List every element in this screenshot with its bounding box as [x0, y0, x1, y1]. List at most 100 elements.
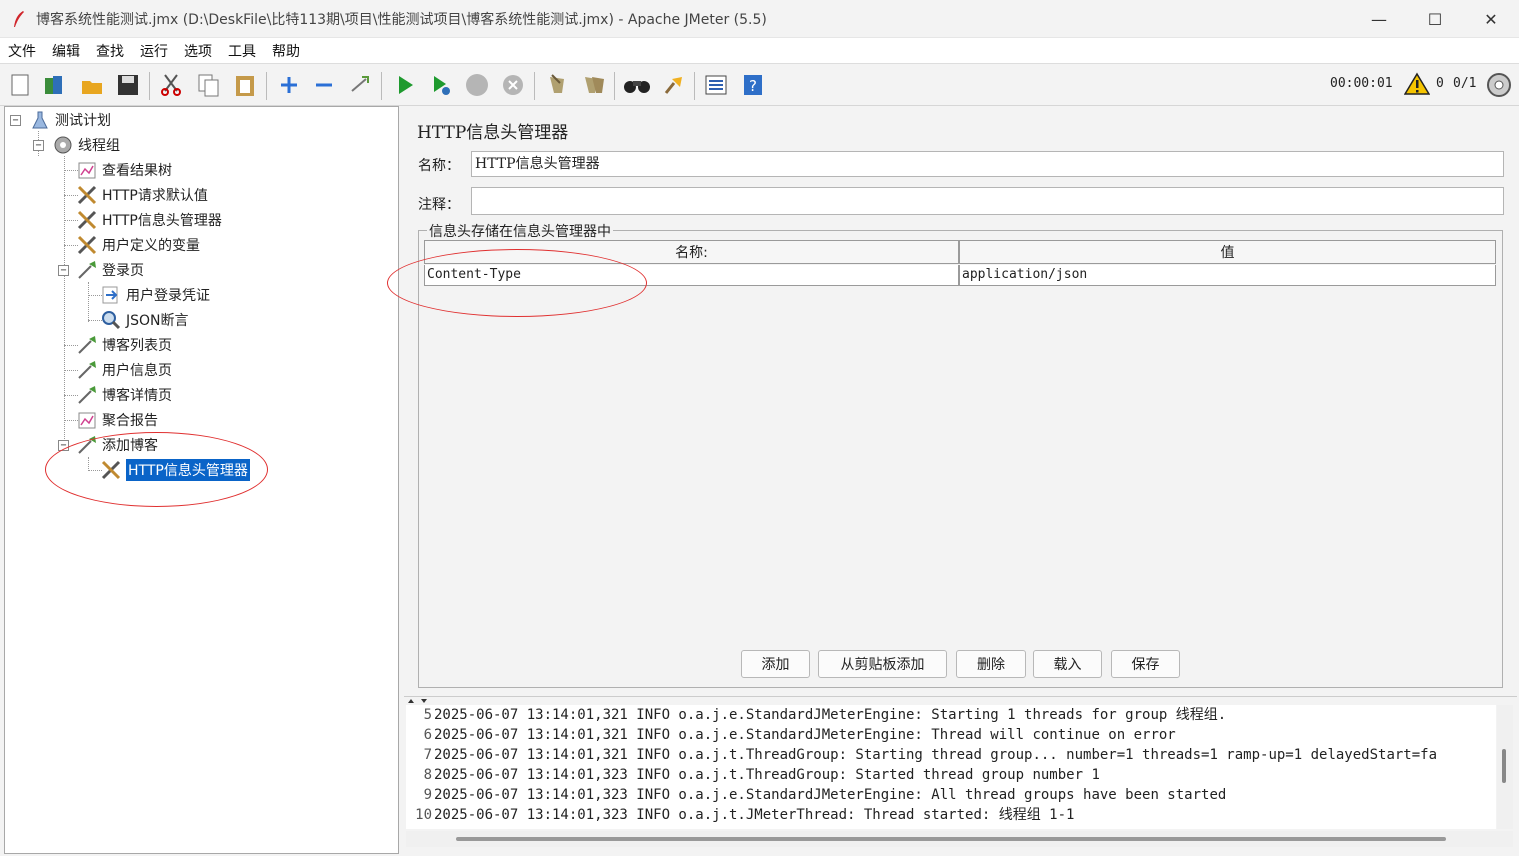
log-line: 7 2025-06-07 13:14:01,321 INFO o.a.j.t.Th…	[423, 747, 1438, 763]
window-title: 博客系统性能测试.jmx (D:\DeskFile\比特113期\项目\性能测试…	[36, 11, 767, 28]
menu-bar: 文件 编辑 查找 运行 选项 工具 帮助	[0, 38, 1519, 64]
log-horizontal-scrollbar[interactable]	[406, 831, 1513, 847]
load-button[interactable]: 载入	[1033, 650, 1102, 678]
collapse-toggle[interactable]: −	[10, 115, 21, 126]
tree-item-json-assertion[interactable]: JSON断言	[100, 308, 189, 332]
new-icon[interactable]	[6, 71, 34, 99]
test-plan-tree[interactable]: − − − − 测试计划 线程组 查看结果树 HTTP请求默认值 HTTP信息头…	[4, 106, 399, 854]
tree-item-blog-detail[interactable]: 博客详情页	[76, 383, 172, 407]
log-text[interactable]: 5 2025-06-07 13:14:01,321 INFO o.a.j.e.St…	[406, 705, 1496, 829]
toolbar: ? 00:00:01 0 0/1	[0, 64, 1519, 106]
tree-label: JSON断言	[126, 313, 189, 329]
log-line: 5 2025-06-07 13:14:01,321 INFO o.a.j.e.St…	[423, 707, 1227, 723]
tree-item-header-manager[interactable]: HTTP信息头管理器	[76, 208, 222, 232]
start-no-pause-icon[interactable]	[427, 71, 455, 99]
tree-item-blog-list[interactable]: 博客列表页	[76, 333, 172, 357]
tree-item-login-credential[interactable]: 用户登录凭证	[100, 283, 210, 307]
remote-status-icon	[1487, 73, 1511, 97]
tree-label: 测试计划	[55, 113, 111, 129]
tree-item-aggregate-report[interactable]: 聚合报告	[76, 408, 158, 432]
toggle-icon[interactable]	[346, 71, 374, 99]
collapse-toggle[interactable]: −	[33, 140, 44, 151]
add-button[interactable]: 添加	[741, 650, 810, 678]
table-cell-value[interactable]: application/json	[959, 265, 1496, 286]
split-arrows-icon[interactable]	[406, 698, 432, 704]
collapse-icon[interactable]	[310, 71, 338, 99]
minimize-button[interactable]: —	[1351, 0, 1407, 38]
help-icon[interactable]: ?	[739, 71, 767, 99]
listener-icon	[76, 159, 98, 181]
test-plan-icon	[29, 109, 51, 131]
menu-help[interactable]: 帮助	[272, 41, 300, 61]
open-icon[interactable]	[78, 71, 106, 99]
menu-tools[interactable]: 工具	[228, 41, 256, 61]
tree-item-test-plan[interactable]: 测试计划	[29, 108, 111, 132]
annotation-ellipse	[45, 432, 268, 507]
expand-icon[interactable]	[275, 71, 303, 99]
config-tools-icon	[76, 184, 98, 206]
collapse-toggle[interactable]: −	[58, 265, 69, 276]
menu-options[interactable]: 选项	[184, 41, 212, 61]
templates-icon[interactable]	[40, 71, 68, 99]
group-title: 信息头存储在信息头管理器中	[427, 221, 613, 241]
tree-label: HTTP信息头管理器	[102, 213, 222, 229]
comment-field[interactable]	[471, 187, 1504, 215]
save-icon[interactable]	[114, 71, 142, 99]
log-panel[interactable]: 5 2025-06-07 13:14:01,321 INFO o.a.j.e.St…	[404, 696, 1517, 854]
tree-item-login-page[interactable]: 登录页	[76, 258, 144, 282]
config-tools-icon	[76, 234, 98, 256]
stop-icon[interactable]	[463, 71, 491, 99]
paste-icon[interactable]	[231, 71, 259, 99]
reset-search-icon[interactable]	[660, 71, 688, 99]
name-label: 名称：	[418, 158, 460, 174]
search-icon[interactable]	[623, 71, 651, 99]
tree-item-thread-group[interactable]: 线程组	[52, 133, 120, 157]
close-button[interactable]: ✕	[1463, 0, 1519, 38]
tree-label: 用户定义的变量	[102, 238, 200, 254]
name-field[interactable]: HTTP信息头管理器	[471, 151, 1504, 177]
log-line: 6 2025-06-07 13:14:01,321 INFO o.a.j.e.St…	[423, 727, 1176, 743]
sampler-pipette-icon	[76, 334, 98, 356]
log-line: 8 2025-06-07 13:14:01,323 INFO o.a.j.t.Th…	[423, 767, 1100, 783]
shutdown-icon[interactable]	[499, 71, 527, 99]
menu-edit[interactable]: 编辑	[52, 41, 80, 61]
save-button[interactable]: 保存	[1111, 650, 1180, 678]
comment-label: 注释：	[418, 197, 460, 213]
assertion-magnifier-icon	[100, 309, 122, 331]
error-count: 0	[1436, 76, 1444, 91]
function-helper-icon[interactable]	[702, 71, 730, 99]
extractor-arrow-icon	[100, 284, 122, 306]
active-threads: 0/1	[1453, 76, 1477, 91]
annotation-ellipse	[387, 249, 647, 317]
clear-all-icon[interactable]	[580, 71, 608, 99]
listener-icon	[76, 409, 98, 431]
menu-run[interactable]: 运行	[140, 41, 168, 61]
tree-label: 线程组	[78, 138, 120, 154]
tree-item-user-info[interactable]: 用户信息页	[76, 358, 172, 382]
add-from-clipboard-button[interactable]: 从剪贴板添加	[818, 650, 947, 678]
tree-label: 博客详情页	[102, 388, 172, 404]
column-header-value[interactable]: 值	[959, 240, 1496, 264]
copy-icon[interactable]	[195, 71, 223, 99]
clear-icon[interactable]	[542, 71, 570, 99]
log-vertical-scrollbar[interactable]	[1497, 705, 1513, 829]
tree-item-user-variables[interactable]: 用户定义的变量	[76, 233, 200, 257]
header-manager-panel: HTTP信息头管理器 名称： HTTP信息头管理器 注释： 信息头存储在信息头管…	[387, 106, 1517, 696]
cut-icon[interactable]	[157, 71, 185, 99]
tree-label: HTTP请求默认值	[102, 188, 208, 204]
tree-item-http-defaults[interactable]: HTTP请求默认值	[76, 183, 208, 207]
menu-file[interactable]: 文件	[8, 41, 36, 61]
start-icon[interactable]	[391, 71, 419, 99]
delete-button[interactable]: 删除	[956, 650, 1026, 678]
elapsed-timer: 00:00:01	[1330, 76, 1393, 91]
maximize-button[interactable]: ☐	[1407, 0, 1463, 38]
tree-label: 登录页	[102, 263, 144, 279]
svg-text:?: ?	[749, 77, 757, 95]
tree-label: 聚合报告	[102, 413, 158, 429]
warning-icon[interactable]	[1404, 72, 1430, 96]
panel-title: HTTP信息头管理器	[417, 123, 569, 143]
config-tools-icon	[76, 209, 98, 231]
menu-search[interactable]: 查找	[96, 41, 124, 61]
tree-item-view-results[interactable]: 查看结果树	[76, 158, 172, 182]
tree-label: 博客列表页	[102, 338, 172, 354]
